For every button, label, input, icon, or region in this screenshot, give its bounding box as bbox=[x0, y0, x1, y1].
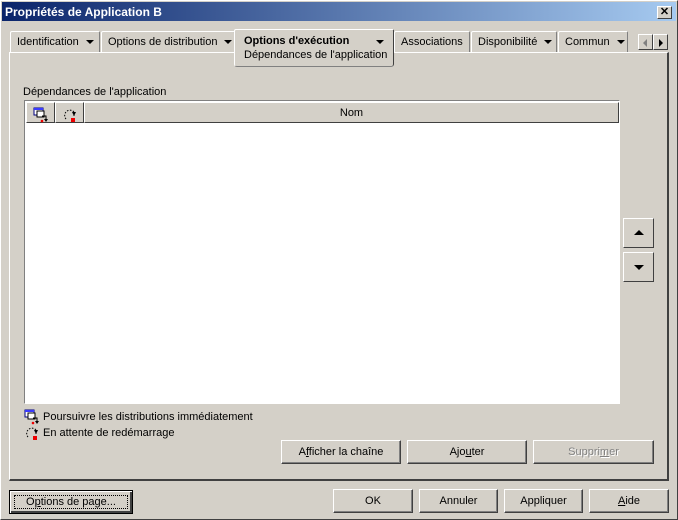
tab-disponibilite[interactable]: Disponibilité bbox=[471, 31, 557, 52]
close-icon: ✕ bbox=[659, 6, 670, 18]
arrow-left-icon bbox=[643, 39, 647, 47]
move-down-button[interactable] bbox=[623, 252, 654, 282]
tab-identification[interactable]: Identification bbox=[10, 31, 100, 52]
legend-continue: Poursuivre les distributions immédiateme… bbox=[24, 409, 253, 425]
tab-options-execution[interactable]: Options d'exécution Dépendances de l'app… bbox=[234, 29, 394, 67]
chevron-down-icon bbox=[85, 40, 94, 45]
focus-rect bbox=[14, 495, 128, 509]
tab-commun[interactable]: Commun bbox=[558, 31, 628, 52]
apply-button[interactable]: Appliquer bbox=[504, 489, 583, 513]
tab-scroll-left-button[interactable] bbox=[638, 34, 653, 50]
tab-scroll-buttons bbox=[638, 34, 668, 50]
tab-scroll-right-button[interactable] bbox=[653, 34, 668, 50]
tab-options-distribution[interactable]: Options de distribution bbox=[101, 31, 235, 52]
arrow-up-icon bbox=[634, 230, 644, 235]
tab-label: Options de distribution bbox=[108, 36, 218, 48]
column-header-reboot[interactable] bbox=[55, 102, 84, 123]
add-button[interactable]: Ajouter bbox=[407, 440, 527, 464]
tab-label: Disponibilité bbox=[478, 36, 538, 48]
label-part: A bbox=[298, 446, 306, 458]
chevron-down-icon bbox=[544, 40, 553, 45]
mnemonic: m bbox=[599, 446, 610, 458]
column-header-continue[interactable] bbox=[26, 102, 55, 123]
help-button[interactable]: Aide bbox=[589, 489, 669, 513]
chevron-down-icon bbox=[616, 40, 625, 45]
dependencies-label: Dépendances de l'application bbox=[23, 86, 167, 98]
label-part: er bbox=[609, 446, 619, 458]
show-chain-button[interactable]: Afficher la chaîne bbox=[281, 440, 401, 464]
label-part: ter bbox=[471, 446, 485, 458]
cancel-button[interactable]: Annuler bbox=[419, 489, 498, 513]
title-bar: Propriétés de Application B ✕ bbox=[2, 2, 676, 21]
continue-distribution-icon bbox=[33, 107, 48, 123]
label-part: ide bbox=[625, 495, 641, 507]
continue-distribution-icon bbox=[24, 409, 39, 425]
tab-label: Options d'exécution bbox=[244, 35, 350, 47]
legend-label: En attente de redémarrage bbox=[43, 427, 175, 439]
ok-button[interactable]: OK bbox=[333, 489, 413, 513]
tab-label: Associations bbox=[401, 36, 463, 48]
tab-label: Identification bbox=[17, 36, 79, 48]
label-part: Suppri bbox=[568, 446, 600, 458]
wait-reboot-icon bbox=[63, 109, 76, 122]
wait-reboot-icon bbox=[26, 427, 38, 440]
list-header: Nom bbox=[26, 102, 619, 123]
label-part: Ajo bbox=[449, 446, 466, 458]
page-options-button[interactable]: Options de page... bbox=[9, 490, 133, 514]
window-title: Propriétés de Application B bbox=[5, 5, 162, 19]
column-header-name[interactable]: Nom bbox=[84, 102, 619, 123]
label-part: ficher la chaîne bbox=[308, 446, 384, 458]
remove-button[interactable]: Supprimer bbox=[533, 440, 654, 464]
arrow-right-icon bbox=[659, 39, 663, 47]
arrow-down-icon bbox=[634, 265, 644, 270]
close-button[interactable]: ✕ bbox=[657, 6, 672, 19]
tab-subpage-label[interactable]: Dépendances de l'application bbox=[244, 49, 393, 61]
chevron-down-icon bbox=[224, 40, 233, 45]
chevron-down-icon bbox=[376, 40, 384, 44]
move-up-button[interactable] bbox=[623, 218, 654, 248]
dependencies-list[interactable]: Nom bbox=[24, 100, 620, 404]
legend-reboot: En attente de redémarrage bbox=[24, 425, 174, 441]
tab-label: Commun bbox=[565, 36, 610, 48]
tab-associations[interactable]: Associations bbox=[394, 31, 470, 52]
legend-label: Poursuivre les distributions immédiateme… bbox=[43, 411, 253, 423]
